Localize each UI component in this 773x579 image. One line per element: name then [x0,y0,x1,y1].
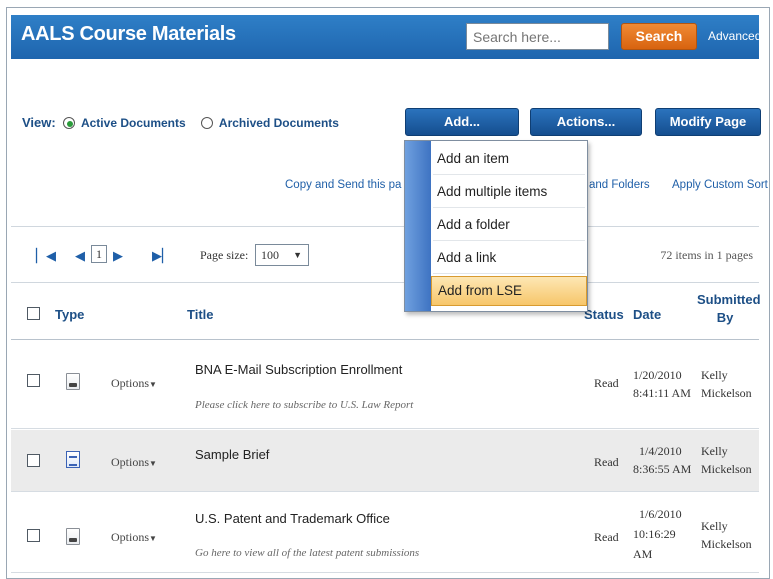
page-title: AALS Course Materials [21,23,236,45]
current-page-input[interactable]: 1 [91,245,107,263]
word-document-icon[interactable] [66,451,80,468]
options-label: Options [111,455,150,469]
row-title-link[interactable]: U.S. Patent and Trademark Office [195,511,390,526]
menu-item-add-a-link[interactable]: Add a link [433,242,585,274]
row-description: Please click here to subscribe to U.S. L… [195,399,414,411]
active-documents-label[interactable]: Active Documents [81,116,186,130]
options-label: Options [111,530,150,544]
add-dropdown-menu: Add an item Add multiple items Add a fol… [404,140,588,312]
row-submitter-first: Kelly [701,519,728,533]
menu-item-add-multiple-items[interactable]: Add multiple items [433,176,585,208]
row-date: 1/20/2010 [633,368,682,382]
chevron-down-icon: ▼ [149,380,157,389]
row-submitter-first: Kelly [701,368,728,382]
row-time-line1: 10:16:29 [633,527,676,541]
row-status: Read [594,455,619,469]
apply-custom-sort-link[interactable]: Apply Custom Sort [672,179,768,191]
divider [11,226,759,227]
row-submitter-last: Mickelson [701,386,752,400]
item-count: 72 items in 1 pages [660,248,753,262]
header-bar: AALS Course Materials Search Advanced [11,15,761,59]
copy-send-link[interactable]: Copy and Send this pa [285,179,401,191]
row-title-link[interactable]: Sample Brief [195,447,269,462]
document-icon[interactable] [66,373,80,390]
add-button[interactable]: Add... [405,108,519,136]
chevron-down-icon: ▼ [149,534,157,543]
row-date: 1/4/2010 [639,444,682,458]
next-page-icon[interactable]: ▶ [113,248,123,264]
row-checkbox[interactable] [27,374,40,387]
table-row: Options▼ U.S. Patent and Trademark Offic… [11,493,759,573]
column-title[interactable]: Title [187,307,214,322]
row-date: 1/6/2010 [639,507,682,521]
row-options-menu[interactable]: Options▼ [111,530,157,545]
first-page-icon[interactable]: ▏◀ [36,248,56,264]
previous-page-icon[interactable]: ◀ [75,248,85,264]
last-page-icon[interactable]: ▶▏ [152,248,172,264]
actions-button[interactable]: Actions... [530,108,642,136]
menu-item-add-an-item[interactable]: Add an item [433,143,585,175]
chevron-down-icon: ▼ [293,250,302,260]
page-size-select[interactable]: 100 ▼ [255,244,309,266]
active-documents-radio[interactable] [63,117,76,129]
search-button[interactable]: Search [621,23,697,50]
row-title-link[interactable]: BNA E-Mail Subscription Enrollment [195,362,402,377]
row-time: 8:36:55 AM [633,462,692,476]
pager: ▏◀ ◀ 1 ▶ ▶▏ Page size: 100 ▼ 72 items in… [11,236,759,276]
row-checkbox[interactable] [27,529,40,542]
menu-item-add-from-lse[interactable]: Add from LSE [431,276,587,306]
row-status: Read [594,376,619,390]
page-size-label: Page size: [200,248,249,262]
menu-gutter [405,141,431,311]
table-row: Options▼ Sample Brief Read 1/4/2010 8:36… [11,430,759,492]
menu-item-add-a-folder[interactable]: Add a folder [433,209,585,241]
table-header: Type Title Status Date Submitted By [11,282,761,340]
column-submitted-by[interactable]: Submitted By [697,291,761,327]
row-submitter-last: Mickelson [701,462,752,476]
row-time-line2: AM [633,547,653,561]
view-label: View: [22,115,56,130]
select-all-checkbox[interactable] [27,307,40,320]
column-date[interactable]: Date [633,307,661,322]
row-submitter-last: Mickelson [701,537,752,551]
options-label: Options [111,376,150,390]
column-status[interactable]: Status [584,307,624,322]
row-options-menu[interactable]: Options▼ [111,376,157,391]
archived-documents-label[interactable]: Archived Documents [219,116,339,130]
document-icon[interactable] [66,528,80,545]
view-selector: View: Active Documents Archived Document… [22,115,351,130]
table-row: Options▼ BNA E-Mail Subscription Enrollm… [11,342,759,429]
row-status: Read [594,530,619,544]
row-options-menu[interactable]: Options▼ [111,455,157,470]
modify-page-button[interactable]: Modify Page [655,108,761,136]
row-description: Go here to view all of the latest patent… [195,547,420,559]
row-time: 8:41:11 AM [633,386,691,400]
advanced-search-link[interactable]: Advanced [708,29,761,43]
row-submitter-first: Kelly [701,444,728,458]
items-folders-link[interactable]: s and Folders [580,179,650,191]
row-checkbox[interactable] [27,454,40,467]
search-input[interactable] [466,23,609,50]
column-type[interactable]: Type [55,307,84,322]
chevron-down-icon: ▼ [149,459,157,468]
page-size-value: 100 [261,248,279,262]
archived-documents-radio[interactable] [201,117,214,129]
